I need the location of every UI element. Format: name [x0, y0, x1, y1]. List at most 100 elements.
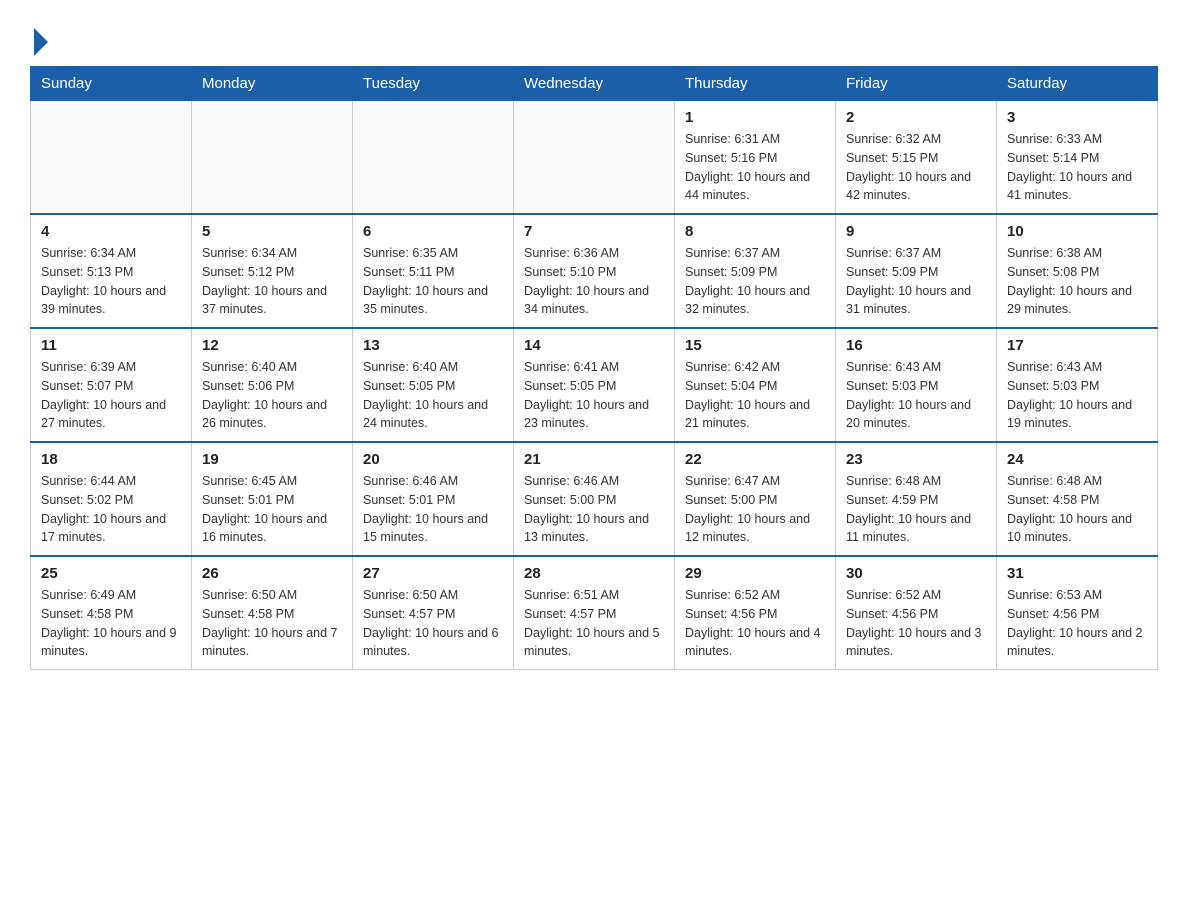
- calendar-cell: 18 Sunrise: 6:44 AMSunset: 5:02 PMDayligh…: [31, 442, 192, 556]
- day-number: 11: [41, 337, 181, 354]
- day-number: 20: [363, 451, 503, 468]
- day-info: Sunrise: 6:37 AMSunset: 5:09 PMDaylight:…: [846, 244, 986, 319]
- day-info: Sunrise: 6:34 AMSunset: 5:12 PMDaylight:…: [202, 244, 342, 319]
- day-info: Sunrise: 6:43 AMSunset: 5:03 PMDaylight:…: [1007, 358, 1147, 433]
- day-info: Sunrise: 6:37 AMSunset: 5:09 PMDaylight:…: [685, 244, 825, 319]
- day-number: 12: [202, 337, 342, 354]
- calendar-week-row-4: 18 Sunrise: 6:44 AMSunset: 5:02 PMDayligh…: [31, 442, 1158, 556]
- calendar-cell: [31, 101, 192, 215]
- day-info: Sunrise: 6:31 AMSunset: 5:16 PMDaylight:…: [685, 130, 825, 205]
- calendar-cell: 19 Sunrise: 6:45 AMSunset: 5:01 PMDayligh…: [192, 442, 353, 556]
- day-number: 17: [1007, 337, 1147, 354]
- calendar-week-row-2: 4 Sunrise: 6:34 AMSunset: 5:13 PMDaylight…: [31, 214, 1158, 328]
- day-info: Sunrise: 6:48 AMSunset: 4:59 PMDaylight:…: [846, 472, 986, 547]
- day-info: Sunrise: 6:36 AMSunset: 5:10 PMDaylight:…: [524, 244, 664, 319]
- day-info: Sunrise: 6:50 AMSunset: 4:58 PMDaylight:…: [202, 586, 342, 661]
- day-number: 23: [846, 451, 986, 468]
- day-number: 8: [685, 223, 825, 240]
- calendar-cell: 28Sunrise: 6:51 AMSunset: 4:57 PMDayligh…: [514, 556, 675, 670]
- day-number: 31: [1007, 565, 1147, 582]
- calendar-header-wednesday: Wednesday: [514, 67, 675, 101]
- calendar-week-row-5: 25 Sunrise: 6:49 AMSunset: 4:58 PMDayligh…: [31, 556, 1158, 670]
- day-info: Sunrise: 6:41 AMSunset: 5:05 PMDaylight:…: [524, 358, 664, 433]
- day-info: Sunrise: 6:45 AMSunset: 5:01 PMDaylight:…: [202, 472, 342, 547]
- calendar-cell: 3 Sunrise: 6:33 AMSunset: 5:14 PMDaylight…: [997, 101, 1158, 215]
- day-number: 26: [202, 565, 342, 582]
- calendar-cell: 4 Sunrise: 6:34 AMSunset: 5:13 PMDaylight…: [31, 214, 192, 328]
- day-number: 2: [846, 109, 986, 126]
- day-info: Sunrise: 6:44 AMSunset: 5:02 PMDaylight:…: [41, 472, 181, 547]
- day-number: 27: [363, 565, 503, 582]
- calendar-header-sunday: Sunday: [31, 67, 192, 101]
- day-number: 15: [685, 337, 825, 354]
- logo: [30, 30, 50, 56]
- day-info: Sunrise: 6:46 AMSunset: 5:00 PMDaylight:…: [524, 472, 664, 547]
- calendar-cell: [353, 101, 514, 215]
- calendar-cell: 2Sunrise: 6:32 AMSunset: 5:15 PMDaylight…: [836, 101, 997, 215]
- calendar-cell: [192, 101, 353, 215]
- day-info: Sunrise: 6:35 AMSunset: 5:11 PMDaylight:…: [363, 244, 503, 319]
- calendar-cell: 5 Sunrise: 6:34 AMSunset: 5:12 PMDaylight…: [192, 214, 353, 328]
- calendar-cell: 15 Sunrise: 6:42 AMSunset: 5:04 PMDayligh…: [675, 328, 836, 442]
- day-number: 1: [685, 109, 825, 126]
- calendar-cell: 29 Sunrise: 6:52 AMSunset: 4:56 PMDayligh…: [675, 556, 836, 670]
- day-number: 25: [41, 565, 181, 582]
- calendar-cell: 20 Sunrise: 6:46 AMSunset: 5:01 PMDayligh…: [353, 442, 514, 556]
- calendar-cell: 27Sunrise: 6:50 AMSunset: 4:57 PMDayligh…: [353, 556, 514, 670]
- calendar-cell: 6Sunrise: 6:35 AMSunset: 5:11 PMDaylight…: [353, 214, 514, 328]
- day-number: 29: [685, 565, 825, 582]
- calendar-cell: 1 Sunrise: 6:31 AMSunset: 5:16 PMDaylight…: [675, 101, 836, 215]
- calendar-header-saturday: Saturday: [997, 67, 1158, 101]
- calendar-cell: 17 Sunrise: 6:43 AMSunset: 5:03 PMDayligh…: [997, 328, 1158, 442]
- day-info: Sunrise: 6:38 AMSunset: 5:08 PMDaylight:…: [1007, 244, 1147, 319]
- calendar-cell: 10 Sunrise: 6:38 AMSunset: 5:08 PMDayligh…: [997, 214, 1158, 328]
- day-info: Sunrise: 6:43 AMSunset: 5:03 PMDaylight:…: [846, 358, 986, 433]
- calendar-header-friday: Friday: [836, 67, 997, 101]
- day-info: Sunrise: 6:49 AMSunset: 4:58 PMDaylight:…: [41, 586, 181, 661]
- calendar-cell: 13 Sunrise: 6:40 AMSunset: 5:05 PMDayligh…: [353, 328, 514, 442]
- day-number: 24: [1007, 451, 1147, 468]
- day-info: Sunrise: 6:52 AMSunset: 4:56 PMDaylight:…: [846, 586, 986, 661]
- calendar-cell: 8 Sunrise: 6:37 AMSunset: 5:09 PMDaylight…: [675, 214, 836, 328]
- calendar-week-row-3: 11 Sunrise: 6:39 AMSunset: 5:07 PMDayligh…: [31, 328, 1158, 442]
- day-number: 9: [846, 223, 986, 240]
- calendar-table: SundayMondayTuesdayWednesdayThursdayFrid…: [30, 66, 1158, 670]
- day-number: 5: [202, 223, 342, 240]
- calendar-cell: 21 Sunrise: 6:46 AMSunset: 5:00 PMDayligh…: [514, 442, 675, 556]
- day-number: 30: [846, 565, 986, 582]
- day-info: Sunrise: 6:53 AMSunset: 4:56 PMDaylight:…: [1007, 586, 1147, 661]
- day-info: Sunrise: 6:39 AMSunset: 5:07 PMDaylight:…: [41, 358, 181, 433]
- day-info: Sunrise: 6:42 AMSunset: 5:04 PMDaylight:…: [685, 358, 825, 433]
- day-number: 3: [1007, 109, 1147, 126]
- calendar-header-thursday: Thursday: [675, 67, 836, 101]
- day-number: 19: [202, 451, 342, 468]
- calendar-cell: 25 Sunrise: 6:49 AMSunset: 4:58 PMDayligh…: [31, 556, 192, 670]
- calendar-cell: 24 Sunrise: 6:48 AMSunset: 4:58 PMDayligh…: [997, 442, 1158, 556]
- calendar-cell: 16 Sunrise: 6:43 AMSunset: 5:03 PMDayligh…: [836, 328, 997, 442]
- day-info: Sunrise: 6:46 AMSunset: 5:01 PMDaylight:…: [363, 472, 503, 547]
- day-number: 7: [524, 223, 664, 240]
- logo-triangle-icon: [34, 28, 48, 56]
- calendar-header-row: SundayMondayTuesdayWednesdayThursdayFrid…: [31, 67, 1158, 101]
- day-info: Sunrise: 6:51 AMSunset: 4:57 PMDaylight:…: [524, 586, 664, 661]
- day-info: Sunrise: 6:33 AMSunset: 5:14 PMDaylight:…: [1007, 130, 1147, 205]
- calendar-cell: 30 Sunrise: 6:52 AMSunset: 4:56 PMDayligh…: [836, 556, 997, 670]
- day-number: 18: [41, 451, 181, 468]
- day-info: Sunrise: 6:34 AMSunset: 5:13 PMDaylight:…: [41, 244, 181, 319]
- day-number: 13: [363, 337, 503, 354]
- day-number: 16: [846, 337, 986, 354]
- calendar-cell: 9 Sunrise: 6:37 AMSunset: 5:09 PMDaylight…: [836, 214, 997, 328]
- calendar-cell: 31 Sunrise: 6:53 AMSunset: 4:56 PMDayligh…: [997, 556, 1158, 670]
- day-number: 21: [524, 451, 664, 468]
- calendar-header-monday: Monday: [192, 67, 353, 101]
- day-number: 4: [41, 223, 181, 240]
- calendar-cell: 14Sunrise: 6:41 AMSunset: 5:05 PMDayligh…: [514, 328, 675, 442]
- day-info: Sunrise: 6:47 AMSunset: 5:00 PMDaylight:…: [685, 472, 825, 547]
- day-info: Sunrise: 6:48 AMSunset: 4:58 PMDaylight:…: [1007, 472, 1147, 547]
- calendar-week-row-1: 1 Sunrise: 6:31 AMSunset: 5:16 PMDaylight…: [31, 101, 1158, 215]
- calendar-cell: 11 Sunrise: 6:39 AMSunset: 5:07 PMDayligh…: [31, 328, 192, 442]
- day-info: Sunrise: 6:40 AMSunset: 5:05 PMDaylight:…: [363, 358, 503, 433]
- day-info: Sunrise: 6:52 AMSunset: 4:56 PMDaylight:…: [685, 586, 825, 661]
- day-number: 10: [1007, 223, 1147, 240]
- calendar-cell: 22Sunrise: 6:47 AMSunset: 5:00 PMDayligh…: [675, 442, 836, 556]
